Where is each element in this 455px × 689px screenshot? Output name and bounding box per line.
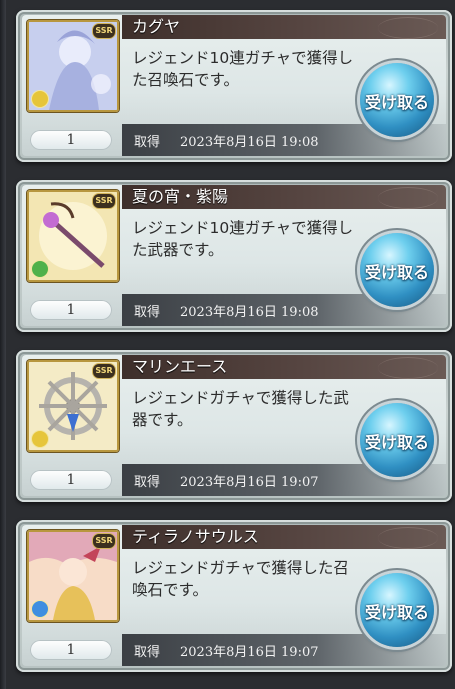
gift-card-body: SSR マリンエース レジェンドガチャで獲得した武器です。 1 取得 2023年… bbox=[22, 355, 446, 496]
rarity-badge: SSR bbox=[92, 533, 116, 549]
item-title-bar: 夏の宵・紫陽 bbox=[122, 185, 446, 209]
item-title-bar: ティラノサウルス bbox=[122, 525, 446, 549]
item-thumbnail: SSR bbox=[27, 190, 119, 282]
item-quantity: 1 bbox=[30, 470, 112, 490]
obtained-label: 取得 bbox=[134, 475, 161, 490]
gift-card: SSR 夏の宵・紫陽 レジェンド10連ガチャで獲得した武器です。 1 取得 20… bbox=[16, 180, 452, 332]
rarity-badge: SSR bbox=[92, 193, 116, 209]
item-name: 夏の宵・紫陽 bbox=[132, 187, 229, 206]
item-name: カグヤ bbox=[132, 17, 181, 36]
side-strip bbox=[0, 0, 6, 689]
gift-list: SSR カグヤ レジェンド10連ガチャで獲得した召喚石です。 1 取得 2023… bbox=[0, 0, 455, 689]
item-quantity: 1 bbox=[30, 640, 112, 660]
rarity-badge: SSR bbox=[92, 363, 116, 379]
receive-button-label: 受け取る bbox=[364, 433, 429, 452]
item-description: レジェンドガチャで獲得した召喚石です。 bbox=[132, 559, 349, 599]
water-element-icon bbox=[31, 600, 49, 618]
item-description: レジェンドガチャで獲得した武器です。 bbox=[132, 389, 349, 429]
receive-button[interactable]: 受け取る bbox=[360, 403, 434, 477]
item-title-bar: マリンエース bbox=[122, 355, 446, 379]
rarity-badge: SSR bbox=[92, 23, 116, 39]
gift-card: SSR カグヤ レジェンド10連ガチャで獲得した召喚石です。 1 取得 2023… bbox=[16, 10, 452, 162]
receive-button[interactable]: 受け取る bbox=[360, 573, 434, 647]
obtained-date: 2023年8月16日 19:08 bbox=[180, 135, 319, 150]
item-quantity: 1 bbox=[30, 300, 112, 320]
item-thumbnail: SSR bbox=[27, 360, 119, 452]
receive-button-label: 受け取る bbox=[364, 263, 429, 282]
obtained-label: 取得 bbox=[134, 135, 161, 150]
gift-card: SSR ティラノサウルス レジェンドガチャで獲得した召喚石です。 1 取得 20… bbox=[16, 520, 452, 672]
gift-card-body: SSR 夏の宵・紫陽 レジェンド10連ガチャで獲得した武器です。 1 取得 20… bbox=[22, 185, 446, 326]
item-title-bar: カグヤ bbox=[122, 15, 446, 39]
receive-button[interactable]: 受け取る bbox=[360, 233, 434, 307]
obtained-date: 2023年8月16日 19:08 bbox=[180, 305, 319, 320]
item-thumbnail: SSR bbox=[27, 530, 119, 622]
wind-element-icon bbox=[31, 260, 49, 278]
obtained-label: 取得 bbox=[134, 645, 161, 660]
light-element-icon bbox=[31, 430, 49, 448]
receive-button[interactable]: 受け取る bbox=[360, 63, 434, 137]
receive-button-label: 受け取る bbox=[364, 603, 429, 622]
obtained-date: 2023年8月16日 19:07 bbox=[180, 475, 319, 490]
receive-button-label: 受け取る bbox=[364, 93, 429, 112]
obtained-label: 取得 bbox=[134, 305, 161, 320]
gift-card-body: SSR ティラノサウルス レジェンドガチャで獲得した召喚石です。 1 取得 20… bbox=[22, 525, 446, 666]
light-element-icon bbox=[31, 90, 49, 108]
obtained-date: 2023年8月16日 19:07 bbox=[180, 645, 319, 660]
item-description: レジェンド10連ガチャで獲得した召喚石です。 bbox=[132, 49, 354, 89]
item-thumbnail: SSR bbox=[27, 20, 119, 112]
item-description: レジェンド10連ガチャで獲得した武器です。 bbox=[132, 219, 354, 259]
item-quantity: 1 bbox=[30, 130, 112, 150]
gift-card: SSR マリンエース レジェンドガチャで獲得した武器です。 1 取得 2023年… bbox=[16, 350, 452, 502]
gift-card-body: SSR カグヤ レジェンド10連ガチャで獲得した召喚石です。 1 取得 2023… bbox=[22, 15, 446, 156]
item-name: マリンエース bbox=[132, 357, 228, 376]
item-name: ティラノサウルス bbox=[132, 527, 259, 546]
